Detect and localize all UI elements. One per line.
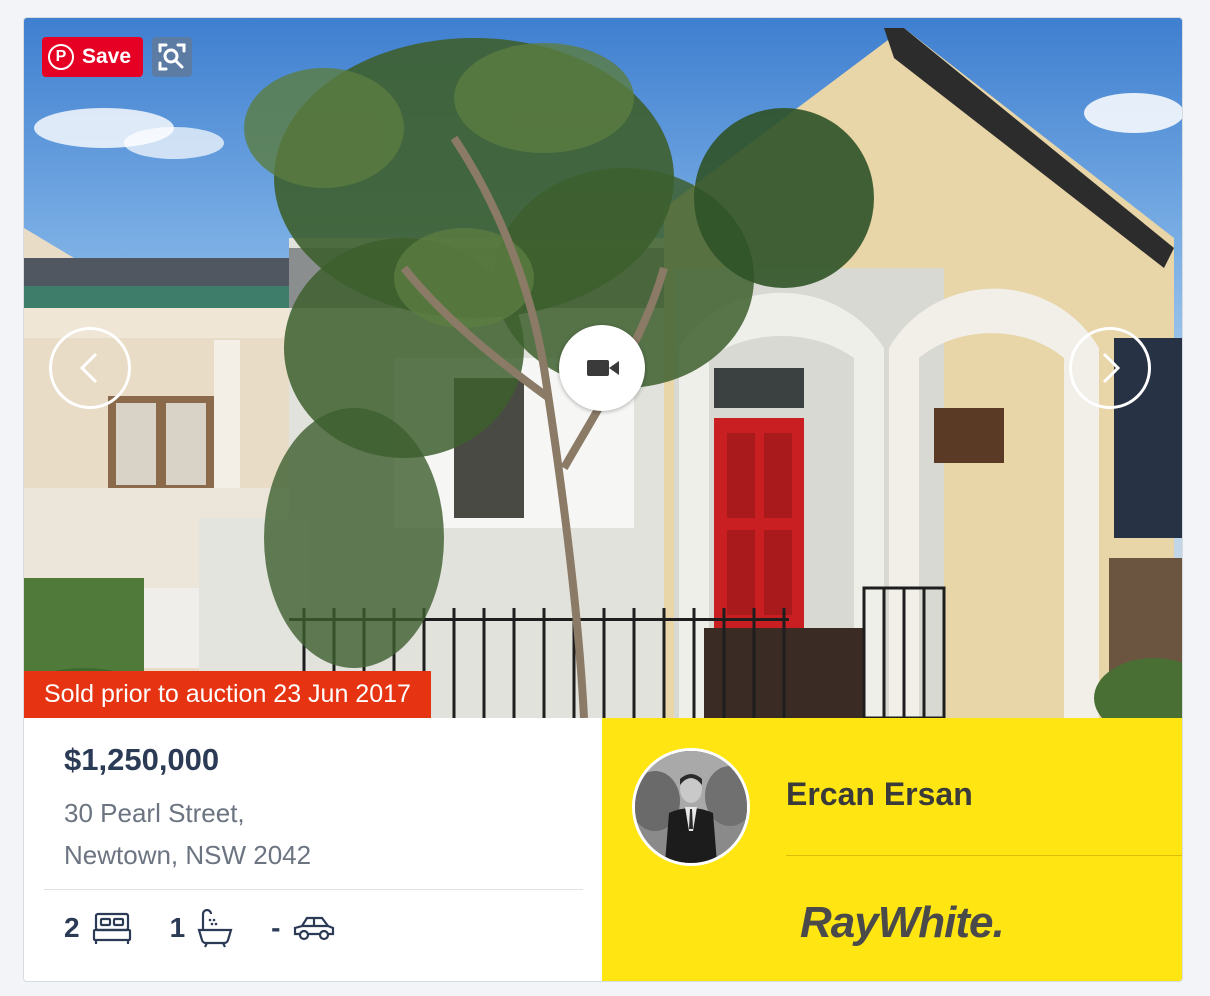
video-camera-icon [587, 360, 619, 376]
pinterest-icon: P [48, 44, 74, 70]
chevron-left-icon [79, 352, 98, 384]
car-icon [294, 916, 335, 941]
bed-icon [92, 912, 131, 944]
save-label: Save [82, 45, 132, 68]
bathrooms-feature: 1 [170, 908, 234, 948]
visual-search-button[interactable] [152, 37, 192, 77]
bathrooms-count: 1 [169, 912, 186, 943]
play-video-button[interactable] [559, 325, 645, 411]
agency-logo[interactable]: RayWhite. [800, 898, 1005, 948]
agent-name[interactable]: Ercan Ersan [786, 776, 973, 813]
listing-info[interactable]: $1,250,000 30 Pearl Street, Newtown, NSW… [24, 718, 602, 981]
sale-status-banner: Sold prior to auction 23 Jun 2017 [24, 671, 431, 718]
visual-search-icon [158, 43, 186, 71]
bedrooms-feature: 2 [64, 910, 132, 946]
price: $1,250,000 [64, 742, 220, 777]
property-photo[interactable]: P Save Sold prior to auction 23 Jun 2017 [24, 18, 1182, 718]
agent-photo [635, 751, 747, 863]
property-features: 2 1 - [64, 908, 374, 948]
divider [786, 855, 1182, 856]
parking-count: - [271, 912, 281, 943]
bath-icon [197, 908, 233, 948]
next-photo-button[interactable] [1069, 327, 1151, 409]
address-suburb: Newtown, NSW 2042 [64, 840, 312, 870]
previous-photo-button[interactable] [49, 327, 131, 409]
chevron-right-icon [1102, 352, 1121, 384]
bedrooms-count: 2 [64, 912, 80, 943]
agent-panel[interactable]: Ercan Ersan RayWhite. [602, 718, 1182, 981]
address-street: 30 Pearl Street, [64, 798, 245, 828]
divider [44, 889, 583, 890]
agent-avatar[interactable] [632, 748, 750, 866]
pinterest-save-button[interactable]: P Save [42, 37, 143, 77]
listing-card[interactable]: P Save Sold prior to auction 23 Jun 2017… [23, 17, 1183, 982]
parking-feature: - [271, 912, 336, 944]
